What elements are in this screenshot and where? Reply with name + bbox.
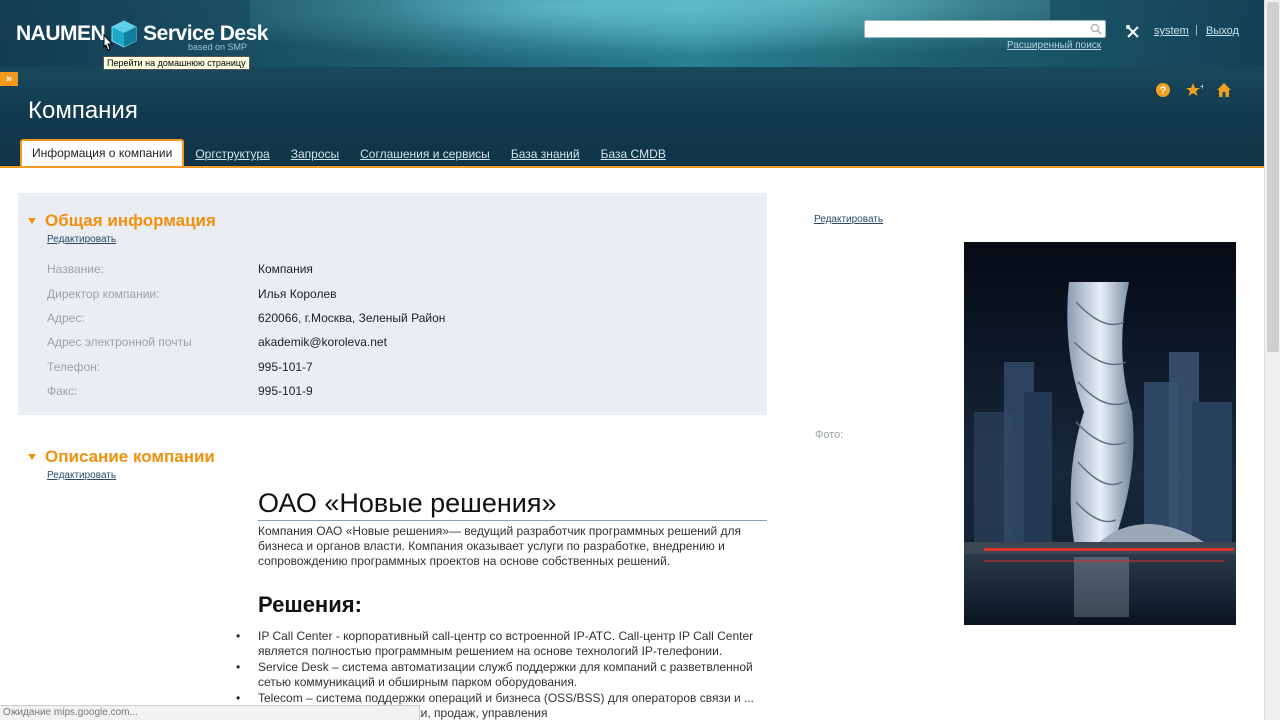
field-value-address: 620066, г.Москва, Зеленый Район xyxy=(258,311,446,325)
home-tooltip: Перейти на домашнюю страницу xyxy=(103,56,250,70)
field-value-director: Илья Королев xyxy=(258,287,337,301)
tab-cmdb[interactable]: База CMDB xyxy=(601,147,666,168)
tools-icon[interactable] xyxy=(1125,24,1141,45)
photo-edit-link[interactable]: Редактировать xyxy=(814,214,883,225)
field-label-phone: Телефон: xyxy=(47,360,101,374)
field-label-fax: Факс: xyxy=(47,384,78,398)
field-value-fax: 995-101-9 xyxy=(258,384,313,398)
tab-knowledge-base[interactable]: База знаний xyxy=(511,147,580,168)
description-title[interactable]: Описание компании xyxy=(28,447,215,467)
field-value-name: Компания xyxy=(258,262,313,276)
advanced-search-link[interactable]: Расширенный поиск xyxy=(1007,40,1101,51)
description-title-text: Описание компании xyxy=(45,447,215,466)
list-item: Service Desk – система автоматизации слу… xyxy=(236,660,763,690)
tab-agreements-services[interactable]: Соглашения и сервисы xyxy=(360,147,490,168)
general-info-edit-link[interactable]: Редактировать xyxy=(47,234,116,245)
description-edit-link[interactable]: Редактировать xyxy=(47,470,116,481)
header-separator: | xyxy=(1195,24,1198,36)
favorites-star-icon[interactable]: + xyxy=(1185,82,1205,103)
field-value-email: akademik@koroleva.net xyxy=(258,335,387,349)
help-icon[interactable]: ? xyxy=(1155,82,1171,103)
general-info-title-text: Общая информация xyxy=(45,211,216,230)
svg-text:?: ? xyxy=(1160,85,1167,97)
mouse-cursor-icon xyxy=(100,33,114,59)
tab-bar: Информация о компании Оргструктура Запро… xyxy=(20,139,687,168)
field-label-director: Директор компании: xyxy=(47,287,160,301)
header-bar: NAUMEN Service Desk based on SMP Расшире… xyxy=(0,0,1264,168)
collapse-panel-button[interactable]: » xyxy=(0,72,18,86)
field-label-name: Название: xyxy=(47,262,104,276)
page-title: Компания xyxy=(28,97,138,124)
collapse-triangle-icon xyxy=(28,218,36,224)
scrollbar-thumb[interactable] xyxy=(1267,2,1279,352)
company-photo xyxy=(964,242,1236,625)
home-icon[interactable] xyxy=(1215,82,1233,103)
browser-status-bar: Ожидание mips.google.com... xyxy=(0,705,420,720)
description-heading: ОАО «Новые решения» xyxy=(258,488,767,521)
field-label-email: Адрес электронной почты xyxy=(47,335,192,349)
logo-subtitle: based on SMP xyxy=(188,42,248,52)
search-input[interactable] xyxy=(864,20,1106,38)
field-label-address: Адрес: xyxy=(47,311,85,325)
search-icon[interactable] xyxy=(1090,22,1102,40)
svg-text:+: + xyxy=(1200,82,1203,91)
field-value-phone: 995-101-7 xyxy=(258,360,313,374)
tab-requests[interactable]: Запросы xyxy=(291,147,339,168)
logo-text-naumen: NAUMEN xyxy=(16,22,106,45)
tab-underline xyxy=(0,166,1264,168)
tab-org-structure[interactable]: Оргструктура xyxy=(195,147,269,168)
list-item: IP Call Center - корпоративный call-цент… xyxy=(236,629,763,659)
logout-link[interactable]: Выход xyxy=(1206,25,1239,37)
description-paragraph: Компания ОАО «Новые решения»— ведущий ра… xyxy=(258,524,742,568)
user-link[interactable]: system xyxy=(1154,25,1189,37)
tab-company-info[interactable]: Информация о компании xyxy=(20,139,185,168)
vertical-scrollbar[interactable] xyxy=(1264,0,1280,720)
general-info-title[interactable]: Общая информация xyxy=(28,211,216,231)
collapse-triangle-icon xyxy=(28,454,36,460)
photo-label: Фото: xyxy=(815,429,844,441)
solutions-heading: Решения: xyxy=(258,592,362,617)
